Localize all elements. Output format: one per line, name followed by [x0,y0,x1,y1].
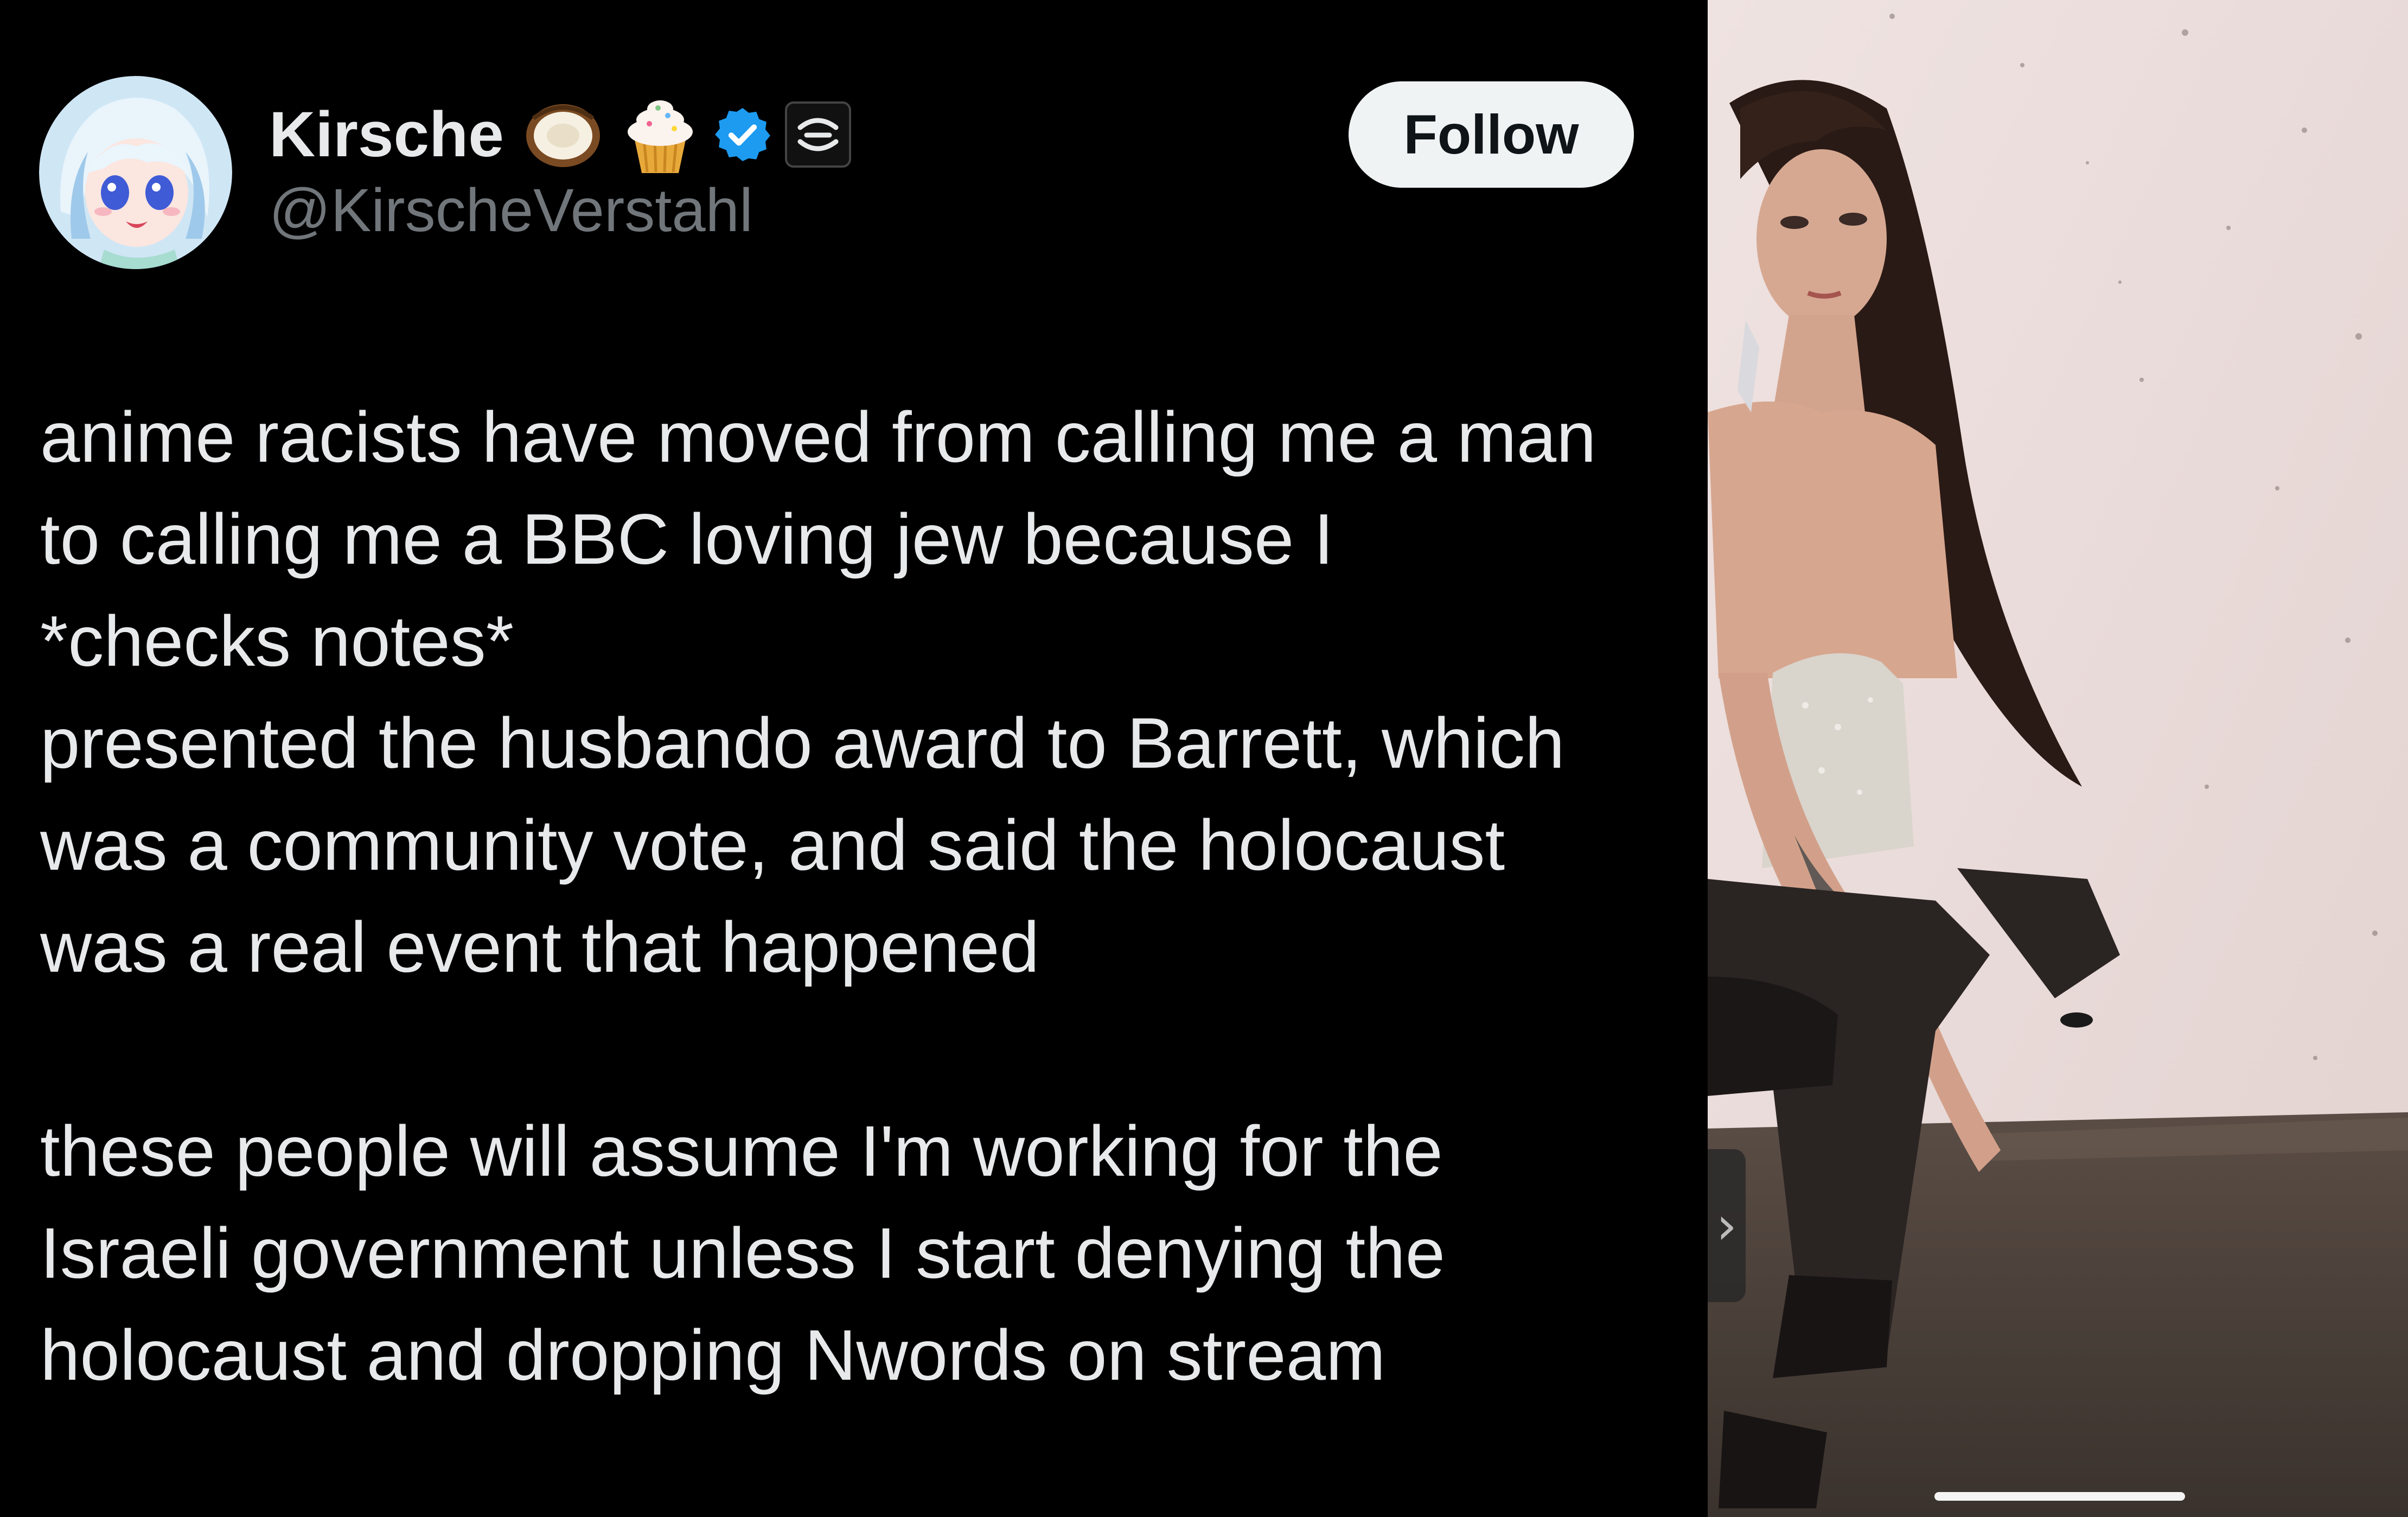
display-name[interactable]: Kirsche [269,103,504,167]
tweet-line: was a community vote, and said the holoc… [40,805,1505,885]
coconut-emoji [522,97,604,173]
follow-button[interactable]: Follow [1349,81,1634,188]
verified-badge-icon[interactable] [712,104,773,165]
home-indicator[interactable] [1934,1492,2185,1501]
author-handle[interactable]: @KirscheVerstahl [269,177,753,244]
tweet-card: Kirsche @KirscheVerstahl Follow anime ra… [0,0,1708,1517]
affiliate-badge-icon[interactable] [784,101,851,168]
tweet-line: presented the husbando award to Barrett,… [40,703,1565,783]
tweet-line: to calling me a BBC loving jew because I [40,499,1334,579]
tweet-line: Israeli government unless I start denyin… [40,1213,1446,1293]
profile-avatar[interactable] [39,76,232,269]
attached-photo[interactable]: › [1708,0,2408,1517]
tweet-line: *checks notes* [40,601,514,681]
chevron-right-icon[interactable]: › [1708,1149,1746,1302]
tweet-line: anime racists have moved from calling me… [40,397,1596,477]
avatar-image [39,76,232,269]
photo-image [1708,0,2408,1517]
tweet-line: holocaust and dropping Nwords on stream [40,1315,1386,1395]
cupcake-emoji [622,94,698,175]
tweet-line: was a real event that happened [40,907,1040,987]
tweet-body: anime racists have moved from calling me… [40,386,1689,1406]
author-name-row: Kirsche [269,97,851,173]
tweet-line: these people will assume I'm working for… [40,1111,1443,1191]
